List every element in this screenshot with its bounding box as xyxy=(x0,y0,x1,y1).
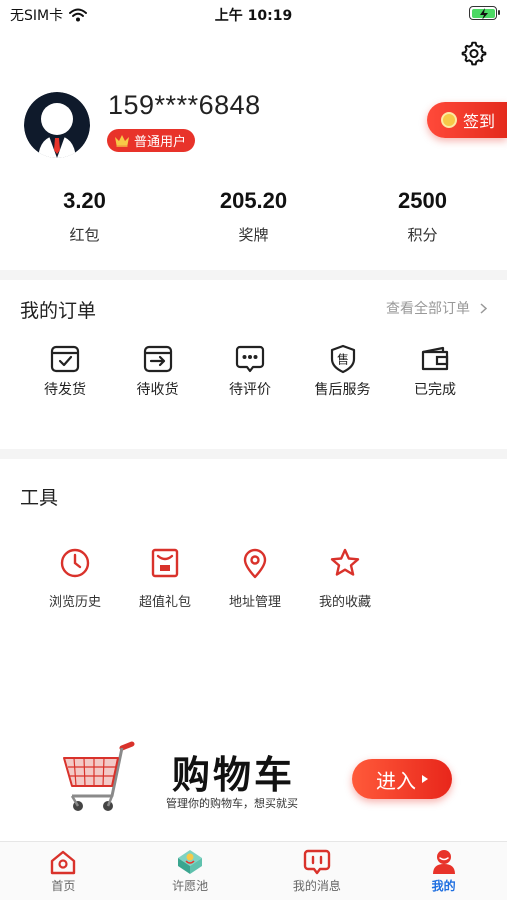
tools-row: 浏览历史 超值礼包 地址管理 我的收藏 xyxy=(30,547,390,610)
member-badge: 普通用户 xyxy=(107,129,196,152)
chevron-right-icon xyxy=(480,302,487,314)
order-label: 待发货 xyxy=(44,382,86,398)
cart-title: 购物车 xyxy=(172,753,296,797)
svg-text:售: 售 xyxy=(336,352,348,367)
chat-dots-icon xyxy=(235,345,265,373)
message-icon xyxy=(303,849,331,875)
bottom-tab-bar: 首页 许愿池 我的消息 我的 xyxy=(0,841,507,900)
tool-label: 地址管理 xyxy=(228,595,281,610)
tool-browse-history[interactable]: 浏览历史 xyxy=(30,547,120,610)
order-label: 待收货 xyxy=(136,382,179,398)
tab-home[interactable]: 首页 xyxy=(0,842,127,900)
stat-red-packet[interactable]: 3.20 红包 xyxy=(0,188,169,245)
tool-gift-pack[interactable]: 超值礼包 xyxy=(120,547,210,610)
stat-points[interactable]: 2500 积分 xyxy=(338,188,507,245)
crown-icon xyxy=(115,135,129,147)
stat-label: 红包 xyxy=(69,226,100,244)
coin-icon xyxy=(441,112,457,128)
tool-address-manage[interactable]: 地址管理 xyxy=(210,547,300,610)
battery-icon xyxy=(469,6,500,20)
tab-mine[interactable]: 我的 xyxy=(380,842,507,900)
tab-wish-pool[interactable]: 许愿池 xyxy=(127,842,254,900)
orders-title: 我的订单 xyxy=(20,300,97,322)
tab-label: 许愿池 xyxy=(172,879,209,893)
location-pin-icon xyxy=(243,548,267,579)
shield-sale-icon: 售 xyxy=(330,344,355,374)
gift-bag-icon xyxy=(151,548,179,578)
signin-label: 签到 xyxy=(463,112,496,131)
tool-label: 超值礼包 xyxy=(138,595,191,610)
wish-pool-icon xyxy=(178,850,203,874)
cart-banner[interactable]: 购物车 管理你的购物车，想买就买 进入 xyxy=(60,740,460,820)
stat-label: 积分 xyxy=(407,226,438,244)
shopping-cart-icon xyxy=(63,741,135,811)
settings-gear-icon[interactable] xyxy=(461,40,487,66)
box-arrow-icon xyxy=(143,345,172,373)
star-icon xyxy=(330,548,360,576)
enter-label: 进入 xyxy=(376,768,416,793)
phone-number: 159****6848 xyxy=(108,90,261,120)
section-divider xyxy=(0,449,507,459)
wallet-icon xyxy=(421,346,449,371)
stat-value: 205.20 xyxy=(219,188,288,213)
tool-label: 我的收藏 xyxy=(318,595,371,610)
order-to-ship[interactable]: 待发货 xyxy=(20,344,110,399)
stat-value: 3.20 xyxy=(63,188,106,213)
cart-subtitle: 管理你的购物车，想买就买 xyxy=(166,797,298,810)
order-to-receive[interactable]: 待收货 xyxy=(113,344,203,399)
user-icon xyxy=(432,850,455,874)
clock-icon xyxy=(60,548,90,578)
tab-label: 我的 xyxy=(431,879,456,893)
tab-label: 我的消息 xyxy=(292,879,341,893)
stat-medal[interactable]: 205.20 奖牌 xyxy=(169,188,338,245)
order-completed[interactable]: 已完成 xyxy=(390,344,480,399)
tools-title: 工具 xyxy=(20,487,59,509)
stat-label: 奖牌 xyxy=(238,226,269,244)
caret-right-icon xyxy=(422,775,428,783)
order-status-row: 待发货 待收货 待评价 售 售后服务 已完成 xyxy=(20,344,480,399)
order-label: 售后服务 xyxy=(314,382,371,398)
home-icon xyxy=(51,850,76,875)
order-after-sales[interactable]: 售 售后服务 xyxy=(298,344,388,399)
stat-value: 2500 xyxy=(398,188,447,213)
status-time: 上午 10:19 xyxy=(214,8,293,24)
avatar-icon xyxy=(24,92,90,158)
status-bar: 无SIM卡 上午 10:19 xyxy=(0,0,507,28)
member-level-label: 普通用户 xyxy=(134,135,187,150)
tab-label: 首页 xyxy=(51,879,76,893)
order-label: 待评价 xyxy=(229,382,271,398)
avatar[interactable] xyxy=(24,92,90,158)
signin-button[interactable]: 签到 xyxy=(427,102,507,138)
view-all-label: 查看全部订单 xyxy=(386,301,470,317)
tab-messages[interactable]: 我的消息 xyxy=(254,842,381,900)
box-check-icon xyxy=(50,345,80,373)
order-label: 已完成 xyxy=(414,382,456,398)
tool-favorites[interactable]: 我的收藏 xyxy=(300,547,390,610)
section-divider xyxy=(0,270,507,280)
stats-row: 3.20 红包 205.20 奖牌 2500 积分 xyxy=(0,188,507,245)
tool-label: 浏览历史 xyxy=(48,595,101,610)
enter-cart-button[interactable]: 进入 xyxy=(352,759,452,799)
view-all-orders-link[interactable]: 查看全部订单 xyxy=(386,298,487,318)
order-to-review[interactable]: 待评价 xyxy=(205,344,295,399)
